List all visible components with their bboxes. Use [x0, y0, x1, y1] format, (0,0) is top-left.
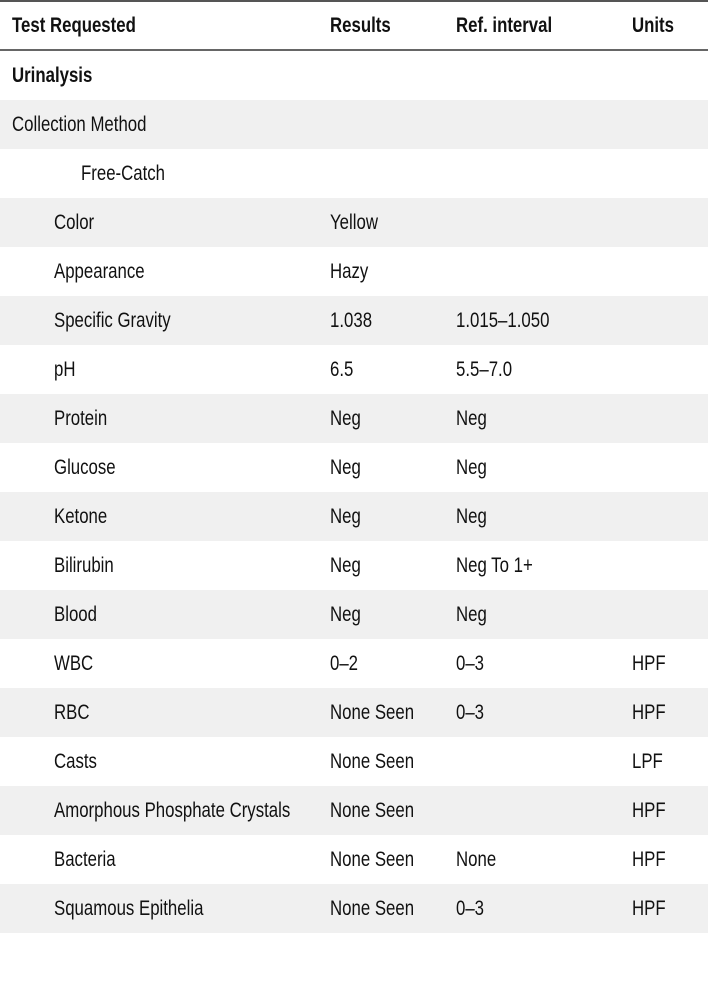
reference-interval: 1.015–1.050 [456, 308, 550, 332]
test-name: Protein [54, 406, 108, 430]
reference-interval: Neg To 1+ [456, 553, 533, 577]
test-units: HPF [632, 700, 666, 724]
test-result: Neg [330, 553, 361, 577]
test-name: Blood [54, 602, 97, 626]
column-header-units: Units [632, 13, 674, 37]
table-row: Casts None Seen LPF [0, 737, 708, 786]
test-name: Squamous Epithelia [54, 896, 204, 920]
collection-method-row: Collection Method [0, 100, 708, 149]
test-name: pH [54, 357, 76, 381]
test-result: None Seen [330, 700, 415, 724]
table-row: Ketone Neg Neg [0, 492, 708, 541]
test-name: Appearance [54, 259, 145, 283]
test-result: 0–2 [330, 651, 359, 675]
test-units: HPF [632, 847, 666, 871]
table-row: WBC 0–2 0–3 HPF [0, 639, 708, 688]
test-name: Ketone [54, 504, 108, 528]
test-name: RBC [54, 700, 90, 724]
test-units: HPF [632, 896, 666, 920]
table-row: Color Yellow [0, 198, 708, 247]
test-result: Neg [330, 406, 361, 430]
reference-interval: 0–3 [456, 700, 485, 724]
test-result: Yellow [330, 210, 378, 234]
test-units: HPF [632, 651, 666, 675]
test-name: Glucose [54, 455, 116, 479]
table-row: pH 6.5 5.5–7.0 [0, 345, 708, 394]
test-result: Neg [330, 602, 361, 626]
reference-interval: 5.5–7.0 [456, 357, 513, 381]
reference-interval: Neg [456, 504, 487, 528]
table-row: Glucose Neg Neg [0, 443, 708, 492]
table-row: Protein Neg Neg [0, 394, 708, 443]
test-name: WBC [54, 651, 94, 675]
reference-interval: Neg [456, 406, 487, 430]
test-result: Hazy [330, 259, 369, 283]
test-result: Neg [330, 504, 361, 528]
test-name: Casts [54, 749, 97, 773]
test-result: None Seen [330, 798, 415, 822]
test-result: 1.038 [330, 308, 373, 332]
reference-interval: Neg [456, 455, 487, 479]
test-result: None Seen [330, 847, 415, 871]
column-header-ref-interval: Ref. interval [456, 13, 553, 37]
test-result: Neg [330, 455, 361, 479]
table-row: Blood Neg Neg [0, 590, 708, 639]
test-name: Specific Gravity [54, 308, 171, 332]
section-row-urinalysis: Urinalysis [0, 51, 708, 100]
table-row: Bilirubin Neg Neg To 1+ [0, 541, 708, 590]
section-title: Urinalysis [12, 63, 93, 87]
reference-interval: 0–3 [456, 651, 485, 675]
column-header-results: Results [330, 13, 391, 37]
table-row: Squamous Epithelia None Seen 0–3 HPF [0, 884, 708, 933]
table-row: RBC None Seen 0–3 HPF [0, 688, 708, 737]
test-result: None Seen [330, 749, 415, 773]
test-units: LPF [632, 749, 663, 773]
collection-method-label: Collection Method [12, 112, 147, 136]
column-header-test: Test Requested [12, 13, 136, 37]
reference-interval: 0–3 [456, 896, 485, 920]
table-row: Amorphous Phosphate Crystals None Seen HPF [0, 786, 708, 835]
collection-method-value: Free-Catch [81, 161, 166, 185]
test-name: Amorphous Phosphate Crystals [54, 798, 291, 822]
table-row: Appearance Hazy [0, 247, 708, 296]
collection-method-value-row: Free-Catch [0, 149, 708, 198]
reference-interval: Neg [456, 602, 487, 626]
table-row: Specific Gravity 1.038 1.015–1.050 [0, 296, 708, 345]
test-result: 6.5 [330, 357, 354, 381]
result-rows: Color Yellow Appearance Hazy Specific Gravit… [0, 198, 708, 933]
test-result: None Seen [330, 896, 415, 920]
table-row: Bacteria None Seen None HPF [0, 835, 708, 884]
test-name: Bacteria [54, 847, 116, 871]
reference-interval: None [456, 847, 497, 871]
test-name: Bilirubin [54, 553, 114, 577]
test-name: Color [54, 210, 95, 234]
test-units: HPF [632, 798, 666, 822]
urinalysis-results-table: Test Requested Results Ref. interval Uni… [0, 0, 708, 933]
table-header-row: Test Requested Results Ref. interval Uni… [0, 2, 708, 51]
